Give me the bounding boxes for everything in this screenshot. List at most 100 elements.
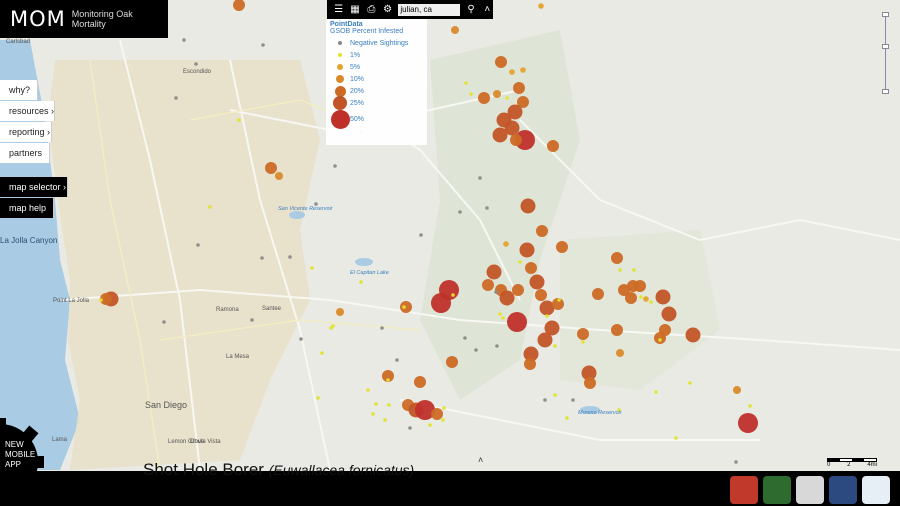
infestation-point[interactable] [310,266,314,270]
infestation-point[interactable] [499,290,515,306]
uc-seal-logo[interactable] [796,476,824,504]
infestation-point[interactable] [649,300,653,304]
mobile-app-label[interactable]: NEW MOBILE APP [5,440,35,470]
infestation-point[interactable] [451,26,459,34]
infestation-point[interactable] [538,3,544,9]
infestation-point[interactable] [288,255,292,259]
infestation-point[interactable] [359,280,363,284]
infestation-point[interactable] [331,324,335,328]
infestation-point[interactable] [537,332,553,348]
search-icon[interactable]: ⚲ [465,4,476,15]
infestation-point[interactable] [446,356,458,368]
infestation-point[interactable] [237,118,241,122]
infestation-point[interactable] [556,241,568,253]
infestation-point[interactable] [194,62,198,66]
infestation-point[interactable] [395,358,399,362]
infestation-point[interactable] [208,205,212,209]
infestation-point[interactable] [469,92,473,96]
infestation-point[interactable] [495,56,507,68]
infestation-point[interactable] [503,241,509,247]
infestation-point[interactable] [400,301,412,313]
infestation-point[interactable] [463,336,467,340]
infestation-point[interactable] [639,295,643,299]
infestation-point[interactable] [520,198,536,214]
infestation-point[interactable] [529,274,545,290]
zoom-slider[interactable] [882,12,889,94]
infestation-point[interactable] [493,90,501,98]
caption-expand-icon[interactable]: ˄ [478,455,483,465]
infestation-point[interactable] [371,412,375,416]
infestation-point[interactable] [464,81,468,85]
infestation-point[interactable] [592,288,604,300]
infestation-point[interactable] [182,38,186,42]
infestation-point[interactable] [584,377,596,389]
infestation-point[interactable] [634,280,646,292]
infestation-point[interactable] [507,312,527,332]
infestation-point[interactable] [611,252,623,264]
infestation-point[interactable] [494,290,498,294]
infestation-point[interactable] [474,348,478,352]
brand-header[interactable]: MOM Monitoring Oak Mortality [0,0,168,38]
infestation-point[interactable] [374,402,378,406]
print-icon[interactable]: ⎙ [366,4,377,15]
infestation-point[interactable] [387,403,391,407]
infestation-point[interactable] [553,393,557,397]
search-input[interactable] [398,3,461,16]
infestation-point[interactable] [408,426,412,430]
infestation-point[interactable] [431,293,451,313]
infestation-point[interactable] [383,418,387,422]
infestation-point[interactable] [545,314,549,318]
infestation-point[interactable] [571,398,575,402]
infestation-point[interactable] [495,344,499,348]
infestation-point[interactable] [734,460,738,464]
infestation-point[interactable] [643,296,649,302]
zoom-track[interactable] [885,12,886,94]
infestation-point[interactable] [543,398,547,402]
infestation-point[interactable] [685,327,701,343]
infestation-point[interactable] [441,418,445,422]
infestation-point[interactable] [386,378,390,382]
anr-logo[interactable] [829,476,857,504]
infestation-point[interactable] [553,344,557,348]
infestation-point[interactable] [748,404,752,408]
infestation-point[interactable] [478,92,490,104]
infestation-point[interactable] [512,284,524,296]
infestation-point[interactable] [333,164,337,168]
infestation-point[interactable] [661,306,677,322]
infestation-point[interactable] [733,386,741,394]
infestation-point[interactable] [688,381,692,385]
infestation-point[interactable] [99,298,103,302]
infestation-point[interactable] [557,298,561,302]
infestation-point[interactable] [524,358,536,370]
infestation-point[interactable] [482,279,494,291]
infestation-point[interactable] [174,96,178,100]
infestation-point[interactable] [655,289,671,305]
infestation-point[interactable] [451,293,455,297]
infestation-point[interactable] [674,436,678,440]
infestation-point[interactable] [336,308,344,316]
forest-service-logo[interactable] [763,476,791,504]
infestation-point[interactable] [402,305,406,309]
infestation-point[interactable] [654,390,658,394]
infestation-point[interactable] [505,96,509,100]
infestation-point[interactable] [380,326,384,330]
infestation-point[interactable] [519,242,535,258]
zoom-handle[interactable] [882,44,889,49]
infestation-point[interactable] [366,388,370,392]
infestation-point[interactable] [510,134,522,146]
infestation-point[interactable] [320,351,324,355]
infestation-point[interactable] [536,225,548,237]
zoom-out-button[interactable] [882,89,889,94]
infestation-point[interactable] [581,340,585,344]
infestation-point[interactable] [577,328,589,340]
infestation-point[interactable] [458,210,462,214]
infestation-point[interactable] [565,416,569,420]
infestation-point[interactable] [658,338,662,342]
infestation-point[interactable] [419,233,423,237]
infestation-point[interactable] [513,82,525,94]
infestation-point[interactable] [485,206,489,210]
infestation-point[interactable] [525,262,537,274]
infestation-point[interactable] [275,172,283,180]
map-canvas[interactable]: Carlsbad Escondido Ramona Santee La Mesa San … [0,0,900,506]
infestation-point[interactable] [265,162,277,174]
